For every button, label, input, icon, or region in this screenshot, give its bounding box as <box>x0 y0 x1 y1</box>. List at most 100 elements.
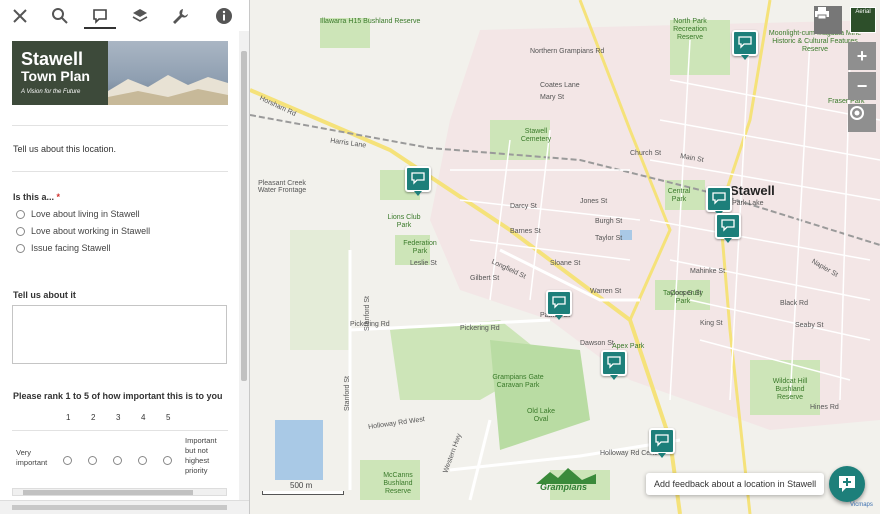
feedback-marker[interactable] <box>706 186 732 216</box>
option-label: Love about living in Stawell <box>31 209 140 219</box>
option-love-living[interactable]: Love about living in Stawell <box>16 209 140 219</box>
speech-bubble-icon <box>738 36 752 49</box>
close-button[interactable] <box>0 0 40 31</box>
option-label: Love about working in Stawell <box>31 226 151 236</box>
speech-bubble-icon <box>712 192 726 205</box>
feedback-prompt: Add feedback about a location in Stawell <box>646 473 825 495</box>
street-label: Taylor St <box>595 235 623 242</box>
place-label: Federation Park <box>403 240 437 255</box>
map-base <box>250 0 880 514</box>
scroll-thumb[interactable] <box>241 51 247 381</box>
add-comment-icon <box>839 476 855 492</box>
rank-radio-1[interactable] <box>63 456 72 465</box>
question-type-label: Is this a... * <box>13 192 60 202</box>
street-label: Stanford St <box>344 375 352 412</box>
required-mark: * <box>56 192 61 202</box>
place-label: Old Lake Oval <box>526 408 556 423</box>
street-label: King St <box>700 320 723 327</box>
street-label: Stanford St <box>364 295 372 332</box>
place-label: Central Park <box>667 188 691 203</box>
feedback-marker[interactable] <box>405 166 431 196</box>
scroll-thumb[interactable] <box>23 490 193 495</box>
street-label: Northern Grampians Rd <box>530 48 605 55</box>
comment-tab[interactable] <box>80 0 120 31</box>
radio-circle[interactable] <box>16 243 25 253</box>
scale-bar <box>262 491 344 495</box>
town-label: Stawell <box>730 183 775 198</box>
rank-high-label: Important but not highest priority <box>185 436 217 475</box>
add-feedback-button[interactable] <box>829 466 865 502</box>
divider <box>12 125 228 126</box>
place-label: Pleasant Creek Water Frontage <box>257 180 307 194</box>
town-plan-banner: Stawell Town Plan A Vision for the Futur… <box>12 41 228 105</box>
street-label: Dawson St <box>580 340 614 347</box>
comment-icon <box>93 8 107 24</box>
locate-button[interactable] <box>848 104 876 132</box>
zoom-in-button[interactable]: + <box>848 42 876 70</box>
street-label: Barnes St <box>510 228 541 235</box>
street-label: Mahinke St <box>690 268 726 275</box>
option-love-working[interactable]: Love about working in Stawell <box>16 226 150 236</box>
scroll-thumb[interactable] <box>12 505 227 510</box>
street-label: Sloane St <box>550 260 581 267</box>
place-label: Illawarra H15 Bushland Reserve <box>320 18 421 25</box>
divider <box>12 171 228 172</box>
layers-icon <box>132 8 148 22</box>
toolbar <box>0 0 249 31</box>
banner-title: Stawell <box>21 49 84 69</box>
street-label: Leslie St <box>410 260 437 267</box>
close-icon <box>13 8 27 23</box>
rank-radio-5[interactable] <box>163 456 172 465</box>
place-label: Stawell Cemetery <box>520 128 552 143</box>
plus-icon: + <box>856 45 868 66</box>
rank-radio-2[interactable] <box>88 456 97 465</box>
street-label: Pickering Rd <box>460 325 500 332</box>
attribution: Vicmaps <box>850 502 873 508</box>
info-icon <box>216 7 232 24</box>
feedback-marker[interactable] <box>732 30 758 60</box>
feedback-textarea[interactable] <box>12 305 227 364</box>
panel-horizontal-scrollbar[interactable] <box>0 500 249 514</box>
place-label: Lions Club Park <box>387 214 421 229</box>
street-label: Cooper St <box>670 290 702 297</box>
radio-circle[interactable] <box>16 226 25 236</box>
rank-radio-3[interactable] <box>113 456 122 465</box>
table-horizontal-scrollbar[interactable] <box>12 488 227 496</box>
form-panel: Stawell Town Plan A Vision for the Futur… <box>0 31 238 501</box>
option-issue[interactable]: Issue facing Stawell <box>16 243 111 253</box>
minus-icon: − <box>856 75 868 96</box>
street-label: Burgh St <box>595 218 623 225</box>
app-root: Illawarra H15 Bushland Reserve North Par… <box>0 0 880 514</box>
speech-bubble-icon <box>721 219 735 232</box>
aerial-label: Aerial <box>855 9 871 15</box>
feedback-marker[interactable] <box>601 350 627 380</box>
info-button[interactable] <box>204 0 244 31</box>
street-label: Church St <box>630 150 662 157</box>
rank-radio-4[interactable] <box>138 456 147 465</box>
feedback-marker[interactable] <box>715 213 741 243</box>
feedback-marker[interactable] <box>649 428 675 458</box>
banner-hills-illustration <box>108 75 228 105</box>
radio-circle[interactable] <box>16 209 25 219</box>
search-button[interactable] <box>40 0 80 31</box>
tools-button[interactable] <box>160 0 200 31</box>
layers-button[interactable] <box>120 0 160 31</box>
street-label: Gilbert St <box>470 275 500 282</box>
wrench-icon <box>173 8 188 24</box>
option-label: Issue facing Stawell <box>31 243 111 253</box>
print-icon <box>815 7 829 20</box>
zoom-out-button[interactable]: − <box>848 72 876 100</box>
panel-vertical-scrollbar[interactable] <box>239 31 249 501</box>
divider <box>12 430 228 431</box>
rank-header-2: 2 <box>91 413 96 422</box>
rank-header-3: 3 <box>116 413 121 422</box>
print-button[interactable] <box>814 6 842 34</box>
map-view[interactable]: Illawarra H15 Bushland Reserve North Par… <box>250 0 880 514</box>
rank-low-label: Very important <box>16 448 48 467</box>
speech-bubble-icon <box>411 172 425 185</box>
aerial-toggle-button[interactable]: Aerial <box>850 7 876 33</box>
logo-text: Grampians <box>540 482 588 492</box>
locate-icon <box>850 106 864 120</box>
place-label: Grampians Gate Caravan Park <box>492 374 544 389</box>
feedback-marker[interactable] <box>546 290 572 320</box>
